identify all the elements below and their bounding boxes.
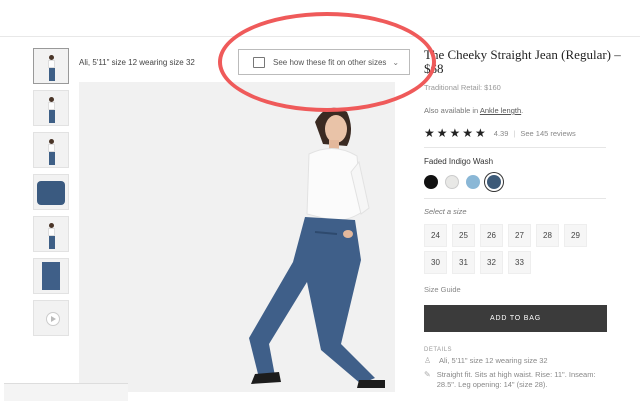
also-available-text: Also available in Ankle length. [424, 106, 523, 115]
see-reviews-link[interactable]: See 145 reviews [520, 129, 575, 138]
select-size-label: Select a size [424, 207, 467, 216]
fit-on-other-sizes-label: See how these fit on other sizes [273, 57, 387, 67]
size-button[interactable]: 27 [508, 224, 531, 247]
traditional-retail-price: Traditional Retail: $160 [424, 83, 501, 92]
model-fit-note: Ali, 5'11" size 12 wearing size 32 [79, 58, 195, 67]
person-icon: ♙ [424, 356, 432, 365]
rating-row: ★★★★★ 4.39 | See 145 reviews [424, 126, 576, 140]
size-button[interactable]: 30 [424, 251, 447, 274]
model-illustration [79, 82, 395, 392]
thumbnail-video[interactable] [33, 300, 69, 336]
swatch-faded-indigo[interactable] [487, 175, 501, 189]
chevron-down-icon: ⌄ [392, 57, 400, 67]
detail-row: ✎ Straight fit. Sits at high waist. Rise… [424, 370, 606, 390]
image-icon [253, 56, 265, 68]
detail-text: Ali, 5'11" size 12 wearing size 32 [439, 356, 548, 365]
color-name: Faded Indigo Wash [424, 157, 494, 166]
size-button[interactable]: 26 [480, 224, 503, 247]
thumbnail-2[interactable] [33, 90, 69, 126]
size-button[interactable]: 28 [536, 224, 559, 247]
fit-on-other-sizes-dropdown[interactable]: See how these fit on other sizes ⌄ [238, 49, 410, 75]
size-button[interactable]: 24 [424, 224, 447, 247]
product-title: The Cheeky Straight Jean (Regular) – $68 [424, 47, 621, 76]
color-swatches [424, 175, 508, 189]
size-button[interactable]: 32 [480, 251, 503, 274]
add-to-bag-button[interactable]: ADD TO BAG [424, 305, 607, 332]
thumbnail-strip [33, 48, 69, 342]
swatch-black[interactable] [424, 175, 438, 189]
size-grid: 24 25 26 27 28 29 30 31 32 33 [424, 224, 594, 278]
thumbnail-3[interactable] [33, 132, 69, 168]
star-rating-icon: ★★★★★ [424, 126, 488, 140]
divider [424, 147, 606, 148]
size-button[interactable]: 31 [452, 251, 475, 274]
rating-value: 4.39 [493, 128, 509, 138]
also-available-suffix: . [521, 106, 524, 115]
play-icon [46, 312, 60, 326]
thumbnail-4[interactable] [33, 174, 69, 210]
rating-separator: | [513, 128, 516, 138]
also-available-prefix: Also available in [424, 106, 479, 115]
bottom-bar [4, 383, 128, 401]
size-button[interactable]: 25 [452, 224, 475, 247]
ankle-length-link[interactable]: Ankle length [480, 106, 521, 115]
detail-row: ♙ Ali, 5'11" size 12 wearing size 32 [424, 356, 606, 366]
thumbnail-5[interactable] [33, 216, 69, 252]
ruler-icon: ✎ [424, 370, 431, 379]
thumbnail-6[interactable] [33, 258, 69, 294]
size-button[interactable]: 33 [508, 251, 531, 274]
size-button[interactable]: 29 [564, 224, 587, 247]
divider [424, 198, 606, 199]
thumbnail-1[interactable] [33, 48, 69, 84]
swatch-light-blue[interactable] [466, 175, 480, 189]
size-guide-link[interactable]: Size Guide [424, 285, 461, 294]
details-heading: DETAILS [424, 347, 453, 353]
header-divider [0, 36, 640, 37]
product-photo [79, 82, 395, 392]
swatch-white[interactable] [445, 175, 459, 189]
detail-text: Straight fit. Sits at high waist. Rise: … [436, 370, 596, 389]
